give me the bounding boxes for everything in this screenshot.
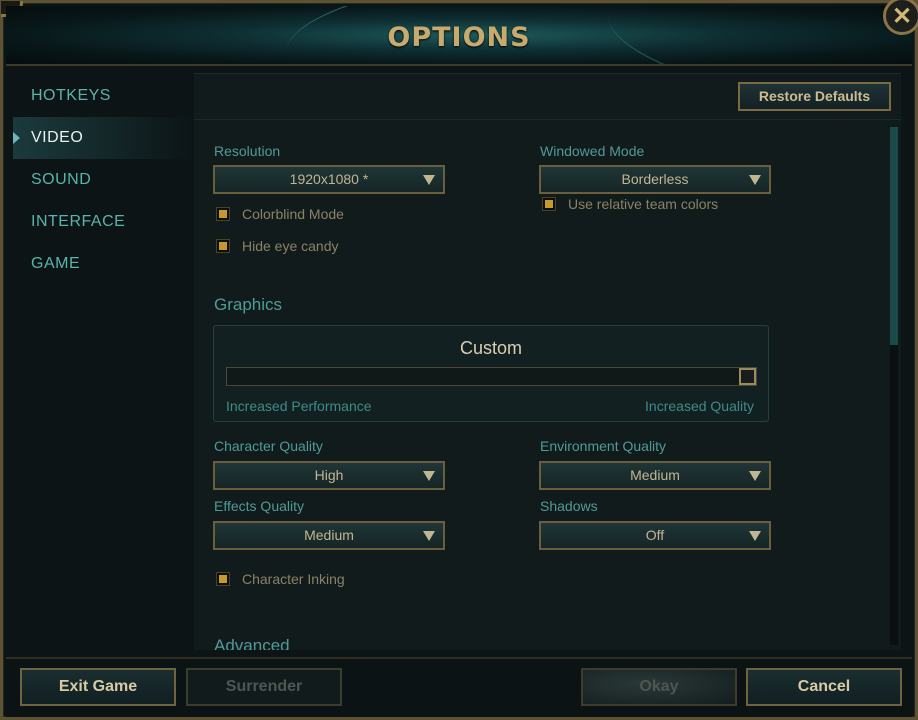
close-icon: ✕: [891, 2, 913, 30]
graphics-preset-panel: Custom Increased Performance Increased Q…: [213, 325, 769, 422]
footer-bar: Exit Game Surrender Okay Cancel: [6, 657, 912, 717]
checkbox-box: [216, 207, 230, 221]
dropdown-arrow-icon: [749, 175, 761, 185]
dropdown-arrow-icon: [749, 531, 761, 541]
restore-defaults-button[interactable]: Restore Defaults: [738, 82, 891, 111]
sidebar-item-label: GAME: [31, 255, 81, 272]
relative-team-colors-checkbox[interactable]: Use relative team colors: [542, 195, 718, 213]
content-header: Restore Defaults: [194, 74, 901, 120]
cancel-button[interactable]: Cancel: [746, 668, 902, 706]
slider-fill: [227, 368, 739, 385]
slider-thumb[interactable]: [739, 368, 756, 385]
checkbox-box: [542, 197, 556, 211]
environment-quality-label: Environment Quality: [540, 438, 667, 454]
close-button[interactable]: ✕: [883, 0, 918, 35]
exit-game-button[interactable]: Exit Game: [20, 668, 176, 706]
checkbox-checked-icon: [219, 575, 227, 583]
sidebar-item-interface[interactable]: INTERFACE: [13, 201, 193, 243]
effects-quality-label: Effects Quality: [214, 498, 305, 514]
slider-max-label: Increased Quality: [645, 398, 754, 414]
slider-min-label: Increased Performance: [226, 398, 372, 414]
options-sidebar: HOTKEYS VIDEO SOUND INTERFACE GAME: [13, 75, 193, 651]
checkbox-checked-icon: [219, 242, 227, 250]
environment-quality-value: Medium: [630, 467, 680, 483]
sidebar-item-video[interactable]: VIDEO: [13, 117, 193, 159]
checkbox-label: Character Inking: [242, 571, 345, 587]
sidebar-item-label: SOUND: [31, 171, 92, 188]
dropdown-arrow-icon: [423, 531, 435, 541]
active-arrow-icon: [13, 132, 20, 144]
checkbox-checked-icon: [545, 200, 553, 208]
sidebar-item-label: VIDEO: [31, 129, 84, 146]
dropdown-arrow-icon: [423, 471, 435, 481]
dropdown-arrow-icon: [749, 471, 761, 481]
sidebar-item-hotkeys[interactable]: HOTKEYS: [13, 75, 193, 117]
okay-button[interactable]: Okay: [581, 668, 737, 706]
windowed-mode-value: Borderless: [621, 171, 689, 187]
resolution-label: Resolution: [214, 143, 281, 159]
window-title: OPTIONS: [387, 22, 531, 53]
title-bar: OPTIONS: [6, 6, 912, 66]
shadows-value: Off: [645, 527, 665, 543]
shadows-label: Shadows: [540, 498, 598, 514]
environment-quality-dropdown[interactable]: Medium: [539, 461, 771, 490]
colorblind-mode-checkbox[interactable]: Colorblind Mode: [216, 205, 344, 223]
dropdown-arrow-icon: [423, 175, 435, 185]
checkbox-box: [216, 572, 230, 586]
checkbox-checked-icon: [219, 210, 227, 218]
windowed-mode-label: Windowed Mode: [540, 143, 645, 159]
graphics-preset-name: Custom: [459, 338, 522, 358]
sidebar-item-game[interactable]: GAME: [13, 243, 193, 285]
advanced-section-title: Advanced: [214, 636, 290, 650]
scrollbar-thumb[interactable]: [890, 127, 898, 345]
checkbox-box: [216, 239, 230, 253]
sidebar-item-label: INTERFACE: [31, 213, 126, 230]
character-quality-dropdown[interactable]: High: [213, 461, 445, 490]
sidebar-item-label: HOTKEYS: [31, 87, 111, 104]
scrollbar[interactable]: [890, 127, 898, 645]
character-quality-value: High: [314, 467, 344, 483]
resolution-value: 1920x1080 *: [289, 171, 369, 187]
checkbox-label: Hide eye candy: [242, 238, 339, 254]
options-window: OPTIONS ✕ HOTKEYS VIDEO SOUND INTERFACE …: [0, 0, 918, 720]
character-quality-label: Character Quality: [214, 438, 323, 454]
checkbox-label: Use relative team colors: [568, 196, 719, 212]
surrender-button: Surrender: [186, 668, 342, 706]
effects-quality-dropdown[interactable]: Medium: [213, 521, 445, 550]
windowed-mode-dropdown[interactable]: Borderless: [539, 165, 771, 194]
shadows-dropdown[interactable]: Off: [539, 521, 771, 550]
resolution-dropdown[interactable]: 1920x1080 *: [213, 165, 445, 194]
character-inking-checkbox[interactable]: Character Inking: [216, 570, 345, 588]
hide-eye-candy-checkbox[interactable]: Hide eye candy: [216, 237, 339, 255]
sidebar-item-sound[interactable]: SOUND: [13, 159, 193, 201]
graphics-quality-slider[interactable]: [226, 367, 757, 386]
effects-quality-value: Medium: [304, 527, 354, 543]
graphics-section-title: Graphics: [214, 295, 283, 314]
video-settings-panel: Restore Defaults Resolution 1920x1080 * …: [194, 73, 901, 650]
checkbox-label: Colorblind Mode: [242, 206, 344, 222]
